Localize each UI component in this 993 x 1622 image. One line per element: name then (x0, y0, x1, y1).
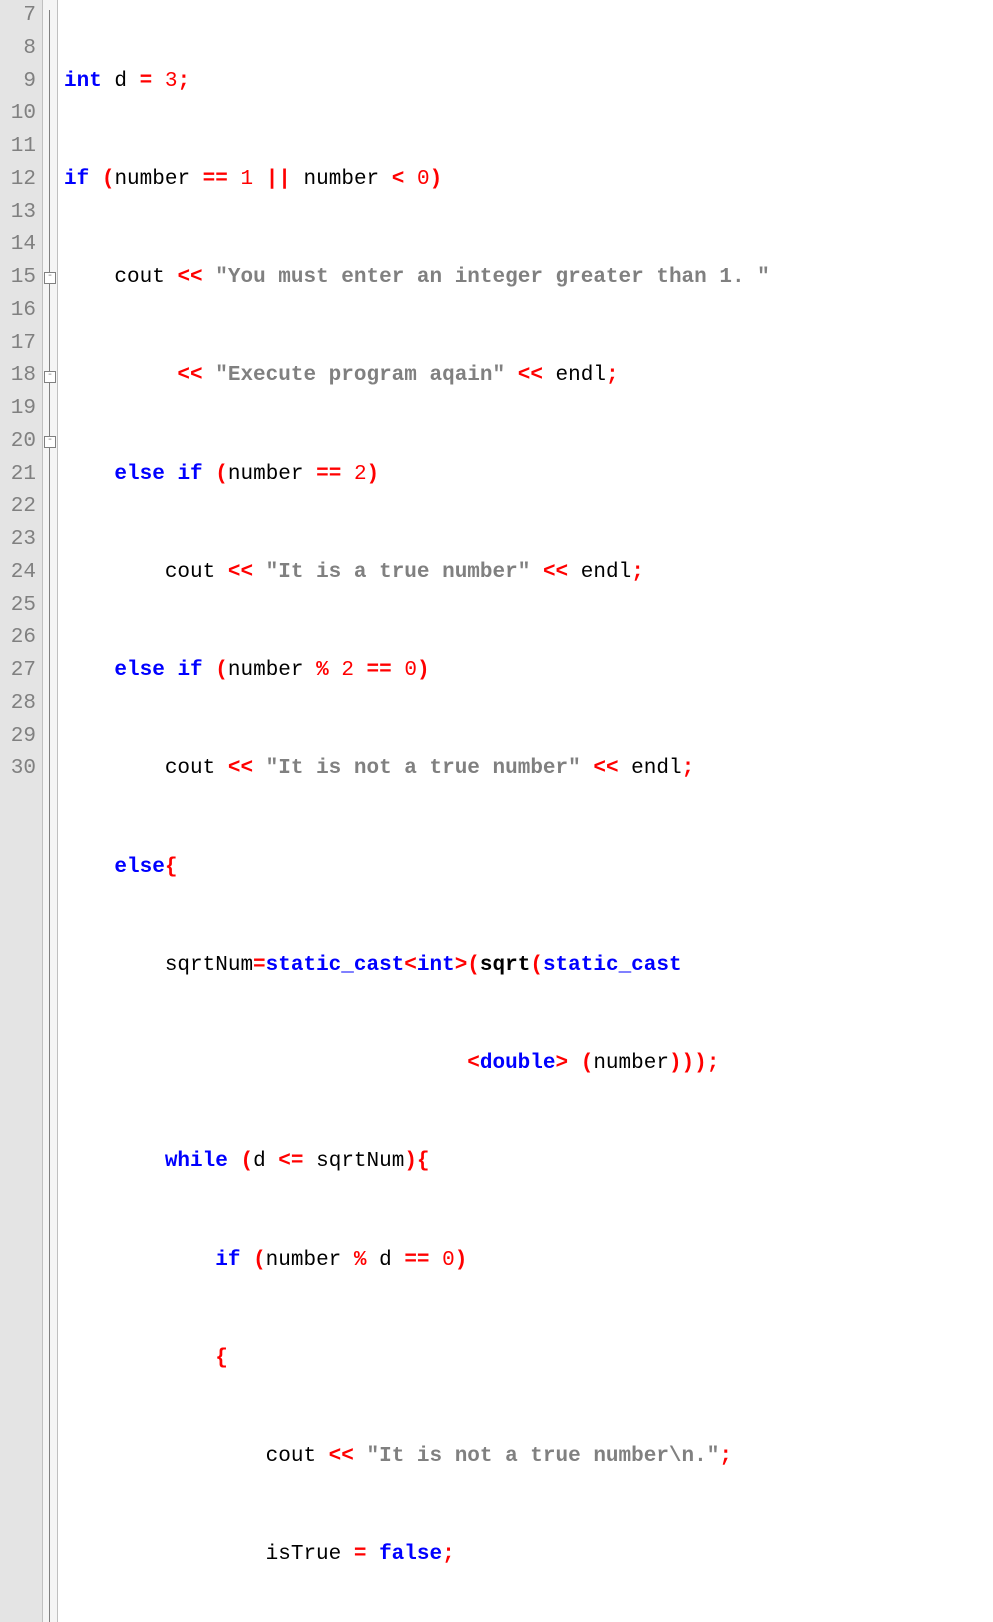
line-number: 13 (0, 197, 36, 230)
code-line: int d = 3; (64, 66, 770, 99)
fold-toggle-icon[interactable]: - (44, 371, 56, 383)
line-number: 18 (0, 360, 36, 393)
code-line: cout << "It is not a true number\n."; (64, 1441, 770, 1474)
line-number: 10 (0, 98, 36, 131)
line-number: 29 (0, 721, 36, 754)
line-number: 23 (0, 524, 36, 557)
line-number: 30 (0, 753, 36, 786)
code-line: cout << "It is a true number" << endl; (64, 557, 770, 590)
code-line: cout << "It is not a true number" << end… (64, 753, 770, 786)
fold-gutter: - - - (42, 0, 58, 1622)
code-line: else if (number % 2 == 0) (64, 655, 770, 688)
code-line: isTrue = false; (64, 1539, 770, 1572)
code-line: else if (number == 2) (64, 459, 770, 492)
code-line: while (d <= sqrtNum){ (64, 1146, 770, 1179)
code-line: <double> (number))); (64, 1048, 770, 1081)
line-number: 25 (0, 590, 36, 623)
line-number: 20 (0, 426, 36, 459)
fold-toggle-icon[interactable]: - (44, 272, 56, 284)
line-number: 11 (0, 131, 36, 164)
code-line: if (number == 1 || number < 0) (64, 164, 770, 197)
line-number: 27 (0, 655, 36, 688)
line-number-gutter: 7 8 9 10 11 12 13 14 15 16 17 18 19 20 2… (0, 0, 42, 1622)
line-number: 16 (0, 295, 36, 328)
code-line: if (number % d == 0) (64, 1245, 770, 1278)
line-number: 8 (0, 33, 36, 66)
line-number: 19 (0, 393, 36, 426)
line-number: 26 (0, 622, 36, 655)
line-number: 22 (0, 491, 36, 524)
code-editor: 7 8 9 10 11 12 13 14 15 16 17 18 19 20 2… (0, 0, 993, 1622)
code-line: { (64, 1343, 770, 1376)
code-line: else{ (64, 852, 770, 885)
line-number: 7 (0, 0, 36, 33)
code-line: << "Execute program aqain" << endl; (64, 360, 770, 393)
code-line: cout << "You must enter an integer great… (64, 262, 770, 295)
line-number: 28 (0, 688, 36, 721)
code-area[interactable]: int d = 3; if (number == 1 || number < 0… (58, 0, 770, 1622)
code-line: sqrtNum=static_cast<int>(sqrt(static_cas… (64, 950, 770, 983)
line-number: 12 (0, 164, 36, 197)
line-number: 14 (0, 229, 36, 262)
line-number: 9 (0, 66, 36, 99)
line-number: 24 (0, 557, 36, 590)
line-number: 17 (0, 328, 36, 361)
line-number: 15 (0, 262, 36, 295)
line-number: 21 (0, 459, 36, 492)
fold-toggle-icon[interactable]: - (44, 436, 56, 448)
